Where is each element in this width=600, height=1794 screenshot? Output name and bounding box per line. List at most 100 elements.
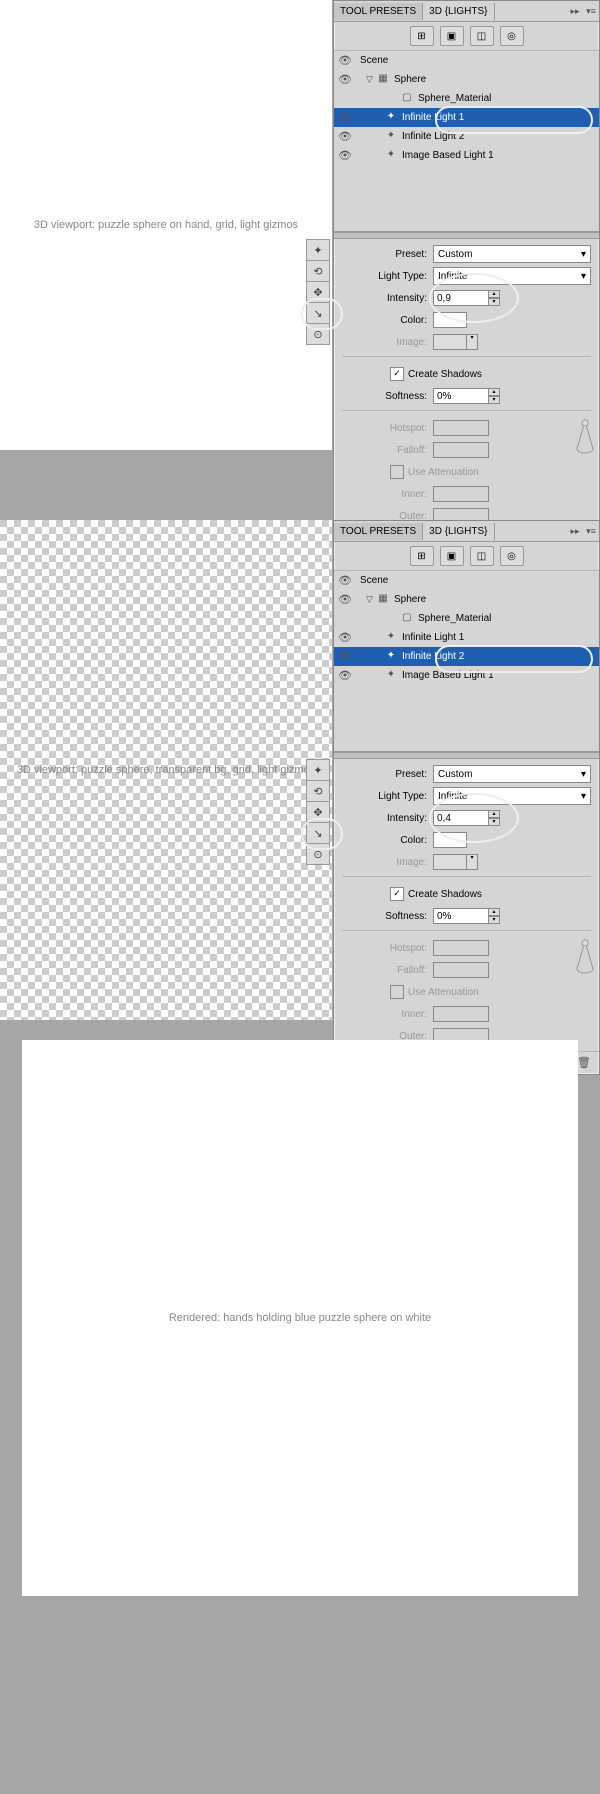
color-label: Color: — [342, 315, 433, 326]
visibility-icon[interactable]: 👁 — [338, 631, 352, 645]
light-type-label: Light Type: — [342, 271, 433, 282]
intensity-label: Intensity: — [342, 293, 433, 304]
scene-light-1[interactable]: 👁✦Infinite Light 1 — [334, 628, 599, 647]
visibility-icon[interactable]: 👁 — [338, 149, 352, 163]
intensity-spinner[interactable]: ▴▾ — [488, 290, 500, 306]
scene-light-3[interactable]: 👁✦Image Based Light 1 — [334, 666, 599, 685]
visibility-icon[interactable]: 👁 — [338, 130, 352, 144]
filter-material-icon[interactable]: ◫ — [470, 26, 494, 46]
filter-material-icon[interactable]: ◫ — [470, 546, 494, 566]
filter-scene-icon[interactable]: ⊞ — [410, 546, 434, 566]
light-cone-icon — [573, 419, 597, 459]
mesh-icon: ▦ — [376, 593, 390, 607]
scene-group-sphere[interactable]: 👁▽▦Sphere — [334, 70, 599, 89]
chevron-down-icon: ▾ — [581, 769, 586, 780]
filter-light-icon[interactable]: ◎ — [500, 546, 524, 566]
scene-light-1[interactable]: 👁✦Infinite Light 1 — [334, 108, 599, 127]
softness-spinner[interactable]: ▴▾ — [488, 388, 500, 404]
scene-root[interactable]: 👁Scene — [334, 51, 599, 70]
preset-select[interactable]: Custom▾ — [433, 765, 591, 783]
use-attenuation-checkbox — [390, 985, 404, 999]
visibility-icon[interactable] — [338, 92, 352, 106]
tool-new-icon[interactable]: ✦ — [306, 239, 330, 261]
tool-rotate-icon[interactable]: ⟲ — [306, 260, 330, 282]
visibility-icon[interactable]: 👁 — [338, 593, 352, 607]
tab-tool-presets[interactable]: TOOL PRESETS — [334, 3, 423, 20]
viewport-3d[interactable]: 3D viewport: puzzle sphere, transparent … — [0, 520, 332, 1020]
preset-select[interactable]: Custom▾ — [433, 245, 591, 263]
create-shadows-label: Create Shadows — [408, 369, 482, 380]
filter-light-icon[interactable]: ◎ — [500, 26, 524, 46]
collapse-icon[interactable]: ▸▸ — [568, 524, 582, 538]
color-label: Color: — [342, 835, 433, 846]
light-type-select[interactable]: Infinite▾ — [433, 787, 591, 805]
tab-tool-presets[interactable]: TOOL PRESETS — [334, 523, 423, 540]
triangle-down-icon[interactable]: ▽ — [366, 594, 376, 605]
scene-tree[interactable]: 👁Scene 👁▽▦Sphere ▢Sphere_Material 👁✦Infi… — [334, 571, 599, 752]
intensity-input[interactable] — [433, 810, 489, 826]
visibility-icon[interactable]: 👁 — [338, 574, 352, 588]
visibility-icon[interactable]: 👁 — [338, 54, 352, 68]
intensity-spinner[interactable]: ▴▾ — [488, 810, 500, 826]
panel-3d-lights: TOOL PRESETS 3D {LIGHTS} ▸▸ ▾≡ ⊞ ▣ ◫ ◎ 👁… — [333, 520, 600, 1075]
tool-move-light-icon[interactable]: ↘ — [306, 302, 330, 324]
create-shadows-checkbox[interactable]: ✓ — [390, 367, 404, 381]
visibility-icon[interactable] — [338, 612, 352, 626]
softness-spinner[interactable]: ▴▾ — [488, 908, 500, 924]
viewport-3d[interactable]: 3D viewport: puzzle sphere on hand, grid… — [0, 0, 332, 450]
chevron-down-icon: ▾ — [581, 249, 586, 260]
use-attenuation-label: Use Attenuation — [408, 987, 485, 998]
create-shadows-checkbox[interactable]: ✓ — [390, 887, 404, 901]
tool-point-icon[interactable]: ⊙ — [306, 843, 330, 865]
filter-mesh-icon[interactable]: ▣ — [440, 26, 464, 46]
scene-light-3[interactable]: 👁✦Image Based Light 1 — [334, 146, 599, 165]
hotspot-input — [433, 420, 489, 436]
triangle-down-icon[interactable]: ▽ — [366, 74, 376, 85]
render-result: Rendered: hands holding blue puzzle sphe… — [22, 1040, 578, 1596]
falloff-input — [433, 442, 489, 458]
intensity-input[interactable] — [433, 290, 489, 306]
image-label: Image: — [342, 857, 433, 868]
tool-move-light-icon[interactable]: ↘ — [306, 822, 330, 844]
hotspot-label: Hotspot: — [342, 423, 433, 434]
preset-label: Preset: — [342, 249, 433, 260]
scene-group-sphere[interactable]: 👁▽▦Sphere — [334, 590, 599, 609]
visibility-icon[interactable]: 👁 — [338, 650, 352, 664]
use-attenuation-checkbox — [390, 465, 404, 479]
scene-light-2[interactable]: 👁✦Infinite Light 2 — [334, 647, 599, 666]
menu-icon[interactable]: ▾≡ — [584, 4, 598, 18]
light-type-select[interactable]: Infinite▾ — [433, 267, 591, 285]
collapse-icon[interactable]: ▸▸ — [568, 4, 582, 18]
chevron-down-icon: ▾ — [581, 271, 586, 282]
tool-rotate-icon[interactable]: ⟲ — [306, 780, 330, 802]
scene-tree[interactable]: 👁Scene 👁▽▦Sphere ▢Sphere_Material 👁✦Infi… — [334, 51, 599, 232]
menu-icon[interactable]: ▾≡ — [584, 524, 598, 538]
visibility-icon[interactable]: 👁 — [338, 73, 352, 87]
image-menu: ▾ — [466, 854, 478, 870]
color-swatch[interactable] — [433, 832, 467, 848]
tool-point-icon[interactable]: ⊙ — [306, 323, 330, 345]
tab-3d-lights[interactable]: 3D {LIGHTS} — [423, 3, 494, 21]
scene-material[interactable]: ▢Sphere_Material — [334, 89, 599, 108]
scene-light-2[interactable]: 👁✦Infinite Light 2 — [334, 127, 599, 146]
filter-scene-icon[interactable]: ⊞ — [410, 26, 434, 46]
tool-pan-icon[interactable]: ✥ — [306, 281, 330, 303]
softness-input[interactable] — [433, 908, 489, 924]
inner-label: Inner: — [342, 1009, 433, 1020]
filter-mesh-icon[interactable]: ▣ — [440, 546, 464, 566]
color-swatch[interactable] — [433, 312, 467, 328]
visibility-icon[interactable]: 👁 — [338, 111, 352, 125]
light-icon: ✦ — [384, 149, 398, 163]
material-icon: ▢ — [400, 612, 414, 626]
scene-root[interactable]: 👁Scene — [334, 571, 599, 590]
chevron-down-icon: ▾ — [581, 791, 586, 802]
inner-input — [433, 486, 489, 502]
light-icon: ✦ — [384, 631, 398, 645]
tab-3d-lights[interactable]: 3D {LIGHTS} — [423, 523, 494, 541]
tool-pan-icon[interactable]: ✥ — [306, 801, 330, 823]
light-cone-icon — [573, 939, 597, 979]
visibility-icon[interactable]: 👁 — [338, 669, 352, 683]
softness-input[interactable] — [433, 388, 489, 404]
scene-material[interactable]: ▢Sphere_Material — [334, 609, 599, 628]
tool-new-icon[interactable]: ✦ — [306, 759, 330, 781]
